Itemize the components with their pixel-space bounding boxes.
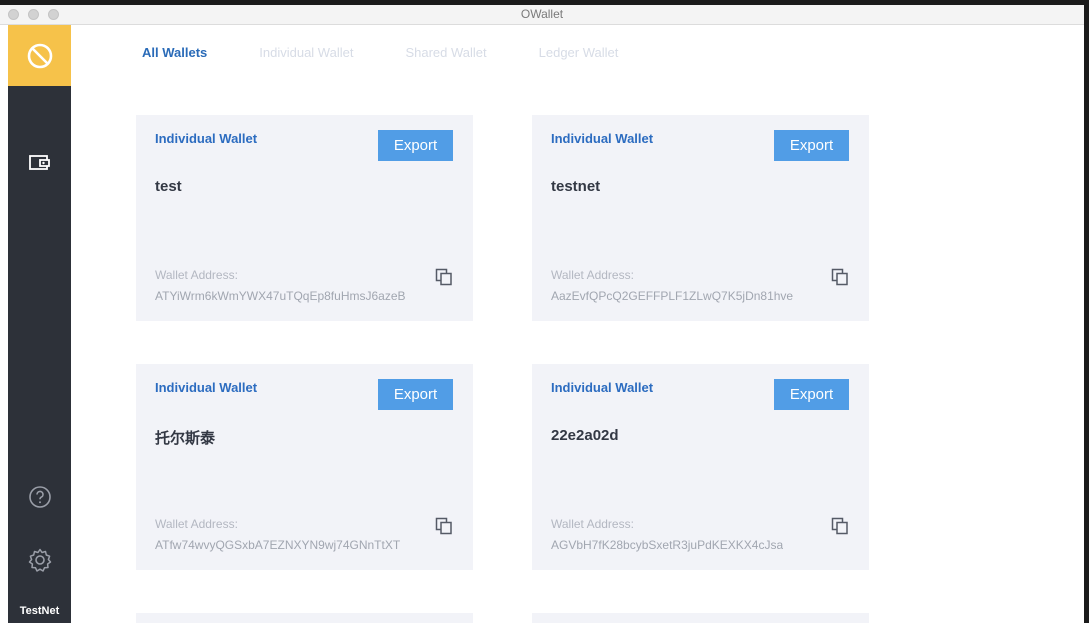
wallet-name: 22e2a02d (551, 427, 619, 444)
export-button[interactable]: Export (378, 130, 453, 161)
app-window: OWallet TestNet All Wallets Individual W… (0, 5, 1084, 623)
logo-tile[interactable] (8, 25, 71, 86)
tab-all-wallets[interactable]: All Wallets (142, 45, 207, 60)
wallet-card[interactable]: Individual Wallet Export test Wallet Add… (136, 115, 473, 321)
wallet-type: Individual Wallet (155, 131, 258, 146)
wallet-card[interactable]: Individual Wallet Export 22e2a02d Wallet… (532, 364, 869, 570)
wallet-address-label: Wallet Address: (155, 268, 238, 282)
wallet-name: test (155, 178, 182, 195)
wallet-type: Individual Wallet (155, 380, 258, 395)
sidebar-item-help[interactable] (8, 485, 71, 509)
copy-icon[interactable] (435, 268, 453, 286)
wallet-name: 托尔斯泰 (155, 430, 216, 447)
export-button[interactable]: Export (774, 130, 849, 161)
wallet-tabs: All Wallets Individual Wallet Shared Wal… (142, 45, 670, 60)
tab-shared-wallet[interactable]: Shared Wallet (405, 45, 486, 60)
wallet-card[interactable]: Individual Wallet Export testnet Wallet … (532, 115, 869, 321)
export-button[interactable]: Export (774, 379, 849, 410)
wallet-address: ATfw74wvyQGSxbA7EZNXYN9wj74GNnTtXT (155, 538, 401, 552)
wallet-card-partial[interactable] (136, 613, 473, 623)
wallet-address-label: Wallet Address: (155, 517, 238, 531)
wallet-name: testnet (551, 178, 601, 195)
export-button[interactable]: Export (378, 379, 453, 410)
wallet-card-partial[interactable] (532, 613, 869, 623)
sidebar-item-wallets[interactable] (8, 153, 71, 173)
sidebar-item-settings[interactable] (8, 547, 71, 573)
wallet-card[interactable]: Individual Wallet Export 托尔斯泰 Wallet Add… (136, 364, 473, 570)
wallet-address: ATYiWrm6kWmYWX47uTQqEp8fuHmsJ6azeB (155, 289, 406, 303)
network-label[interactable]: TestNet (8, 605, 71, 617)
wallet-type: Individual Wallet (551, 131, 654, 146)
sidebar: TestNet (8, 25, 71, 623)
logo-icon (27, 43, 52, 68)
tab-individual-wallet[interactable]: Individual Wallet (259, 45, 353, 60)
copy-icon[interactable] (831, 268, 849, 286)
title-bar: OWallet (0, 5, 1084, 25)
tab-ledger-wallet[interactable]: Ledger Wallet (539, 45, 619, 60)
wallet-icon (28, 155, 50, 170)
wallet-type: Individual Wallet (551, 380, 654, 395)
wallet-address-label: Wallet Address: (551, 517, 634, 531)
wallet-address-label: Wallet Address: (551, 268, 634, 282)
copy-icon[interactable] (435, 517, 453, 535)
settings-icon (28, 548, 51, 572)
window-title: OWallet (520, 7, 564, 21)
wallet-address: AazEvfQPcQ2GEFFPLF1ZLwQ7K5jDn81hve (551, 289, 794, 303)
copy-icon[interactable] (831, 517, 849, 535)
help-icon (28, 486, 51, 508)
wallet-address: AGVbH7fK28bcybSxetR3juPdKEXKX4cJsa (551, 538, 784, 552)
